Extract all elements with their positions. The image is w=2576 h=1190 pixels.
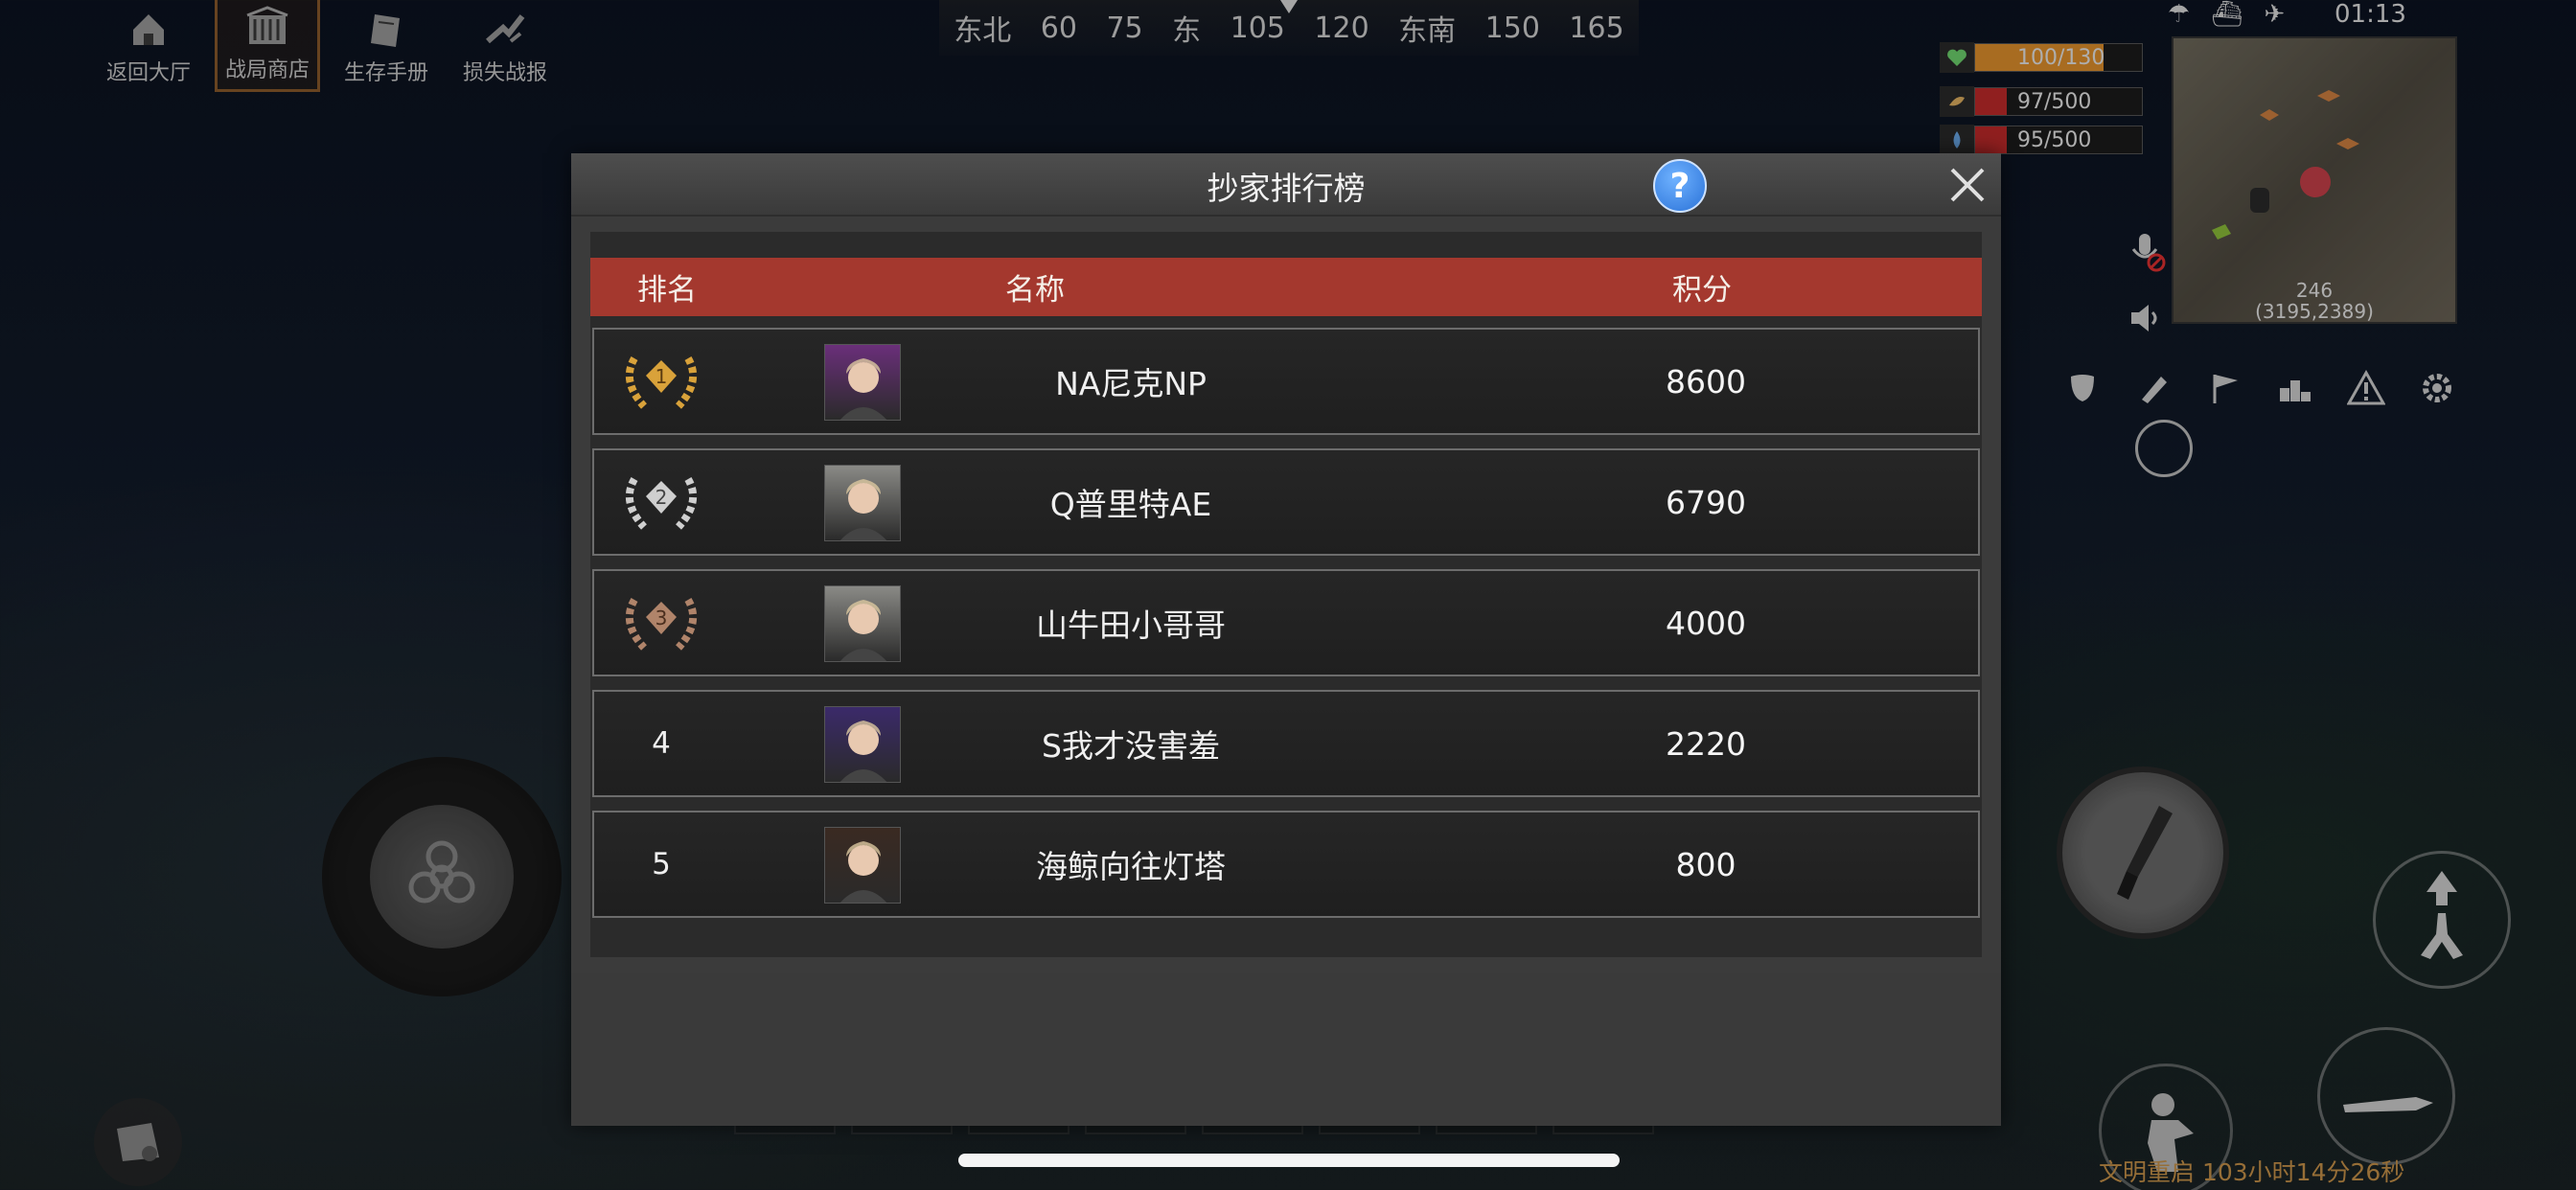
medal-rank-number: 2 bbox=[656, 486, 668, 509]
home-indicator[interactable] bbox=[958, 1154, 1620, 1167]
avatar bbox=[824, 706, 901, 783]
dialog-title: 抄家排行榜 bbox=[1207, 170, 1366, 207]
close-button[interactable] bbox=[1944, 161, 1991, 209]
silver-medal-icon: 2 bbox=[625, 476, 698, 530]
player-score: 2220 bbox=[1666, 724, 1746, 763]
help-icon: ? bbox=[1669, 166, 1690, 206]
header-score: 积分 bbox=[1672, 273, 1732, 308]
portrait-icon bbox=[840, 479, 887, 540]
portrait-icon bbox=[840, 600, 887, 661]
rank-medal-gold: 1 bbox=[594, 330, 728, 433]
medal-rank-number: 3 bbox=[656, 606, 668, 629]
avatar bbox=[824, 585, 901, 662]
player-name: 山牛田小哥哥 bbox=[1036, 606, 1226, 644]
header-rank: 排名 bbox=[637, 273, 697, 308]
gold-medal-icon: 1 bbox=[625, 355, 698, 409]
close-icon bbox=[1950, 168, 1985, 202]
avatar bbox=[824, 827, 901, 904]
table-row[interactable]: 3 山牛田小哥哥 4000 bbox=[592, 569, 1980, 676]
portrait-icon bbox=[840, 358, 887, 420]
bronze-medal-icon: 3 bbox=[625, 597, 698, 651]
player-name: NA尼克NP bbox=[1055, 365, 1207, 402]
dialog-footer bbox=[571, 973, 2001, 1126]
header-name: 名称 bbox=[1005, 273, 1065, 308]
portrait-icon bbox=[840, 841, 887, 903]
player-score: 8600 bbox=[1666, 362, 1746, 400]
rank-number: 4 bbox=[652, 726, 671, 761]
medal-rank-number: 1 bbox=[656, 365, 668, 388]
table-row[interactable]: 4 S我才没害羞 2220 bbox=[592, 690, 1980, 797]
player-score: 4000 bbox=[1666, 604, 1746, 642]
rank-medal-silver: 2 bbox=[594, 450, 728, 554]
rank-medal-bronze: 3 bbox=[594, 571, 728, 675]
player-name: S我才没害羞 bbox=[1042, 727, 1220, 765]
leaderboard-dialog: 抄家排行榜 ? 排名 名称 积分 1 NA尼克NP 8600 2 Q普里特AE … bbox=[571, 153, 2001, 1126]
avatar bbox=[824, 344, 901, 421]
table-row[interactable]: 1 NA尼克NP 8600 bbox=[592, 328, 1980, 435]
dialog-header: 抄家排行榜 ? bbox=[571, 153, 2001, 217]
avatar bbox=[824, 465, 901, 541]
player-name: Q普里特AE bbox=[1049, 486, 1212, 523]
player-name: 海鲸向往灯塔 bbox=[1036, 848, 1226, 885]
portrait-icon bbox=[840, 721, 887, 782]
rank-number: 5 bbox=[652, 847, 671, 881]
table-row[interactable]: 5 海鲸向往灯塔 800 bbox=[592, 811, 1980, 918]
help-button[interactable]: ? bbox=[1653, 159, 1707, 213]
player-score: 800 bbox=[1675, 845, 1736, 883]
player-score: 6790 bbox=[1666, 483, 1746, 521]
table-row[interactable]: 2 Q普里特AE 6790 bbox=[592, 448, 1980, 556]
table-header: 排名 名称 积分 bbox=[590, 258, 1982, 316]
leaderboard-table: 排名 名称 积分 1 NA尼克NP 8600 2 Q普里特AE 6790 3 山… bbox=[590, 232, 1982, 957]
